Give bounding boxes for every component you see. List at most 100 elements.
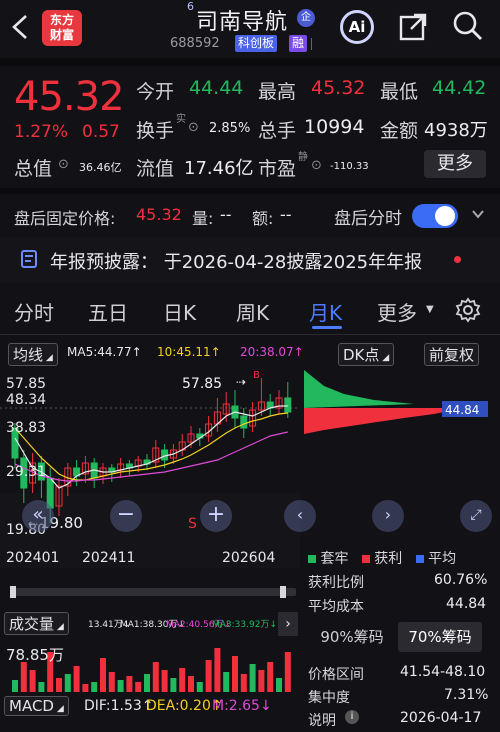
tab-weekly-k[interactable]: 周K <box>236 297 269 326</box>
volume-bar <box>205 660 212 692</box>
high-label: 最高 <box>258 81 297 103</box>
volume-bar <box>152 662 159 692</box>
volume-ma3: MA3:33.92万↓ <box>212 620 277 630</box>
scrollbar-right-handle[interactable] <box>280 586 286 598</box>
concentration-label: 集中度 <box>308 690 350 706</box>
max-arrow-icon: ⇢ <box>236 375 246 389</box>
volume-bar <box>29 670 36 692</box>
zoom-in-button[interactable]: + <box>200 500 232 532</box>
volume-bar <box>91 682 98 692</box>
volume-bar <box>56 678 62 692</box>
price-range-label: 价格区间 <box>308 667 364 683</box>
amount-value: 4938万 <box>424 120 488 141</box>
volume-bar <box>20 662 27 692</box>
section-divider <box>0 188 500 194</box>
chevron-down-icon[interactable] <box>470 206 486 222</box>
info-icon[interactable]: ⊙ <box>311 158 322 173</box>
x-tick-202411: 202411 <box>82 550 135 566</box>
volume-bar <box>170 678 177 692</box>
after-hours-tick-label: 盘后分时 <box>334 209 402 229</box>
volume-bar <box>214 648 221 692</box>
pe-sup: 静 <box>298 152 308 163</box>
y-tick-48: 48.34 <box>6 392 46 408</box>
kline-chart[interactable]: 57.85 48.34 38.83 29.31 19.80 57.85 ⇢ 19… <box>0 368 300 568</box>
info-icon[interactable]: i <box>345 710 359 724</box>
profit-ratio-value: 60.76% <box>434 572 488 588</box>
tabs-divider <box>0 334 500 335</box>
legend-profit-swatch <box>361 555 370 563</box>
avg-cost-value: 44.84 <box>446 596 487 612</box>
ma20-value: 20:38.07↑ <box>240 345 304 359</box>
stock-name[interactable]: 司南导航 <box>196 4 288 36</box>
chip-90-button[interactable]: 90%筹码 <box>310 622 394 652</box>
volume-next-button[interactable]: › <box>278 612 298 636</box>
volume-bar <box>126 676 133 692</box>
tab-more[interactable]: 更多 <box>377 297 417 326</box>
info-icon[interactable]: ⊙ <box>188 120 199 135</box>
volume-bar <box>108 672 115 692</box>
volume-bar <box>64 674 71 692</box>
volume-bar <box>249 664 256 692</box>
pe-value: -110.33 <box>330 161 369 172</box>
after-hours-volume-label: 量: <box>192 209 214 228</box>
sell-marker: S <box>188 516 197 532</box>
unread-dot <box>454 256 461 263</box>
scrollbar-left-handle[interactable] <box>10 586 16 598</box>
y-tick-29: 29.31 <box>6 464 46 480</box>
tab-monthly-k[interactable]: 月K <box>309 297 342 326</box>
volume-indicator-selector[interactable]: 成交量 ◢ <box>4 612 69 635</box>
ma10-value: 10:45.11↑ <box>157 345 221 359</box>
volume-bar <box>82 684 89 692</box>
volume-chart: 78.85万 <box>6 646 291 692</box>
share-icon[interactable] <box>398 12 428 42</box>
legend-avg-swatch <box>415 555 424 563</box>
search-icon[interactable] <box>452 10 484 42</box>
volume-bar <box>135 682 142 692</box>
price-range-value: 41.54-48.10 <box>400 664 486 680</box>
info-icon[interactable]: ⊙ <box>58 157 69 172</box>
time-scrollbar[interactable] <box>10 588 296 596</box>
volume-bar <box>117 680 124 692</box>
tab-five-day[interactable]: 五日 <box>88 297 128 326</box>
ma20-line <box>14 431 288 482</box>
header-superscript: 6 <box>187 0 194 13</box>
dk-point-selector[interactable]: DK点 ◢ <box>338 343 395 366</box>
star-market-tag: 科创板 <box>235 35 278 52</box>
chip-70-button[interactable]: 70%筹码 <box>398 622 482 652</box>
mcap-value: 36.46亿 <box>79 161 122 174</box>
low-label: 最低 <box>380 81 419 103</box>
ma-selector[interactable]: 均线 ◢ <box>8 343 58 366</box>
macd-indicator-selector[interactable]: MACD ◢ <box>4 696 69 716</box>
zoom-out-button[interactable]: − <box>110 500 142 532</box>
candle-body <box>240 415 248 429</box>
concentration-value: 7.31% <box>444 687 489 703</box>
float-label: 流值 <box>136 158 175 180</box>
tab-daily-k[interactable]: 日K <box>163 297 196 326</box>
mcap-label: 总值 <box>14 158 53 180</box>
turnover-sup: 实 <box>176 114 186 125</box>
open-label: 今开 <box>136 81 175 103</box>
adjust-selector[interactable]: 前复权 <box>424 343 480 366</box>
chip-locked-area <box>304 370 414 408</box>
announcement-text: 年报预披露： 于2026-04-28披露2025年年报 <box>50 252 423 273</box>
volume-label: 总手 <box>258 120 297 142</box>
volume-bar <box>276 678 282 692</box>
volume-bar <box>267 662 274 692</box>
settings-icon[interactable] <box>455 297 481 323</box>
stock-code: 688592 <box>170 36 220 51</box>
after-hours-amount-label: 额: <box>252 209 274 228</box>
amount-label: 金额 <box>380 120 419 142</box>
more-button[interactable]: 更多 <box>424 150 486 178</box>
margin-tag: 融 <box>289 35 308 52</box>
toggle-knob <box>435 206 455 226</box>
section-divider <box>0 58 500 66</box>
after-hours-price-label: 盘后固定价格: <box>14 209 116 228</box>
tab-intraday[interactable]: 分时 <box>14 297 54 326</box>
volume-bar <box>240 674 247 692</box>
back-icon[interactable] <box>8 14 32 40</box>
scroll-left-button[interactable]: « <box>22 500 54 532</box>
ai-assistant-button[interactable]: Ai <box>340 10 374 44</box>
enterprise-badge: 企 <box>297 9 315 27</box>
volume-bar <box>284 652 291 692</box>
volume-value: 10994 <box>304 116 365 138</box>
